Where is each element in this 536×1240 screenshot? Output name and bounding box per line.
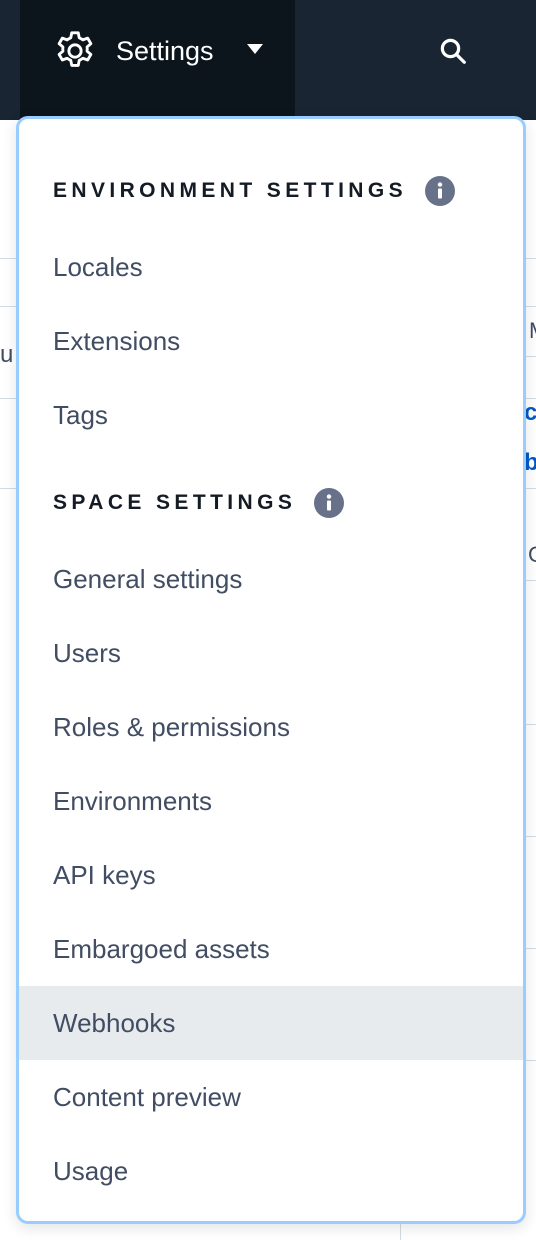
menu-item-usage[interactable]: Usage <box>19 1134 523 1208</box>
bg-text-fragment: M <box>529 316 536 346</box>
menu-item-embargoed-assets[interactable]: Embargoed assets <box>19 912 523 986</box>
menu-item-content-preview[interactable]: Content preview <box>19 1060 523 1134</box>
space-settings-title: SPACE SETTINGS <box>53 491 297 514</box>
settings-nav-label: Settings <box>116 36 214 66</box>
settings-nav-button[interactable]: Settings <box>20 0 295 120</box>
menu-item-tags[interactable]: Tags <box>19 378 523 452</box>
bg-text-fragment: u <box>0 341 14 368</box>
search-icon[interactable] <box>438 36 468 66</box>
menu-item-webhooks[interactable]: Webhooks <box>19 986 523 1060</box>
environment-settings-title: ENVIRONMENT SETTINGS <box>53 179 408 202</box>
menu-item-api-keys[interactable]: API keys <box>19 838 523 912</box>
menu-item-roles-permissions[interactable]: Roles & permissions <box>19 690 523 764</box>
gear-icon <box>57 31 93 67</box>
menu-item-locales[interactable]: Locales <box>19 230 523 304</box>
environment-settings-header: ENVIRONMENT SETTINGS <box>53 174 456 208</box>
page: Settings u M c b C ENVIRONMENT SETTINGS <box>0 0 536 1240</box>
bg-text-fragment: C <box>528 542 536 567</box>
caret-down-icon <box>247 44 263 54</box>
menu-item-general-settings[interactable]: General settings <box>19 542 523 616</box>
space-settings-header: SPACE SETTINGS <box>53 486 345 520</box>
menu-item-extensions[interactable]: Extensions <box>19 304 523 378</box>
info-icon[interactable] <box>425 176 456 206</box>
top-navbar: Settings <box>0 0 536 120</box>
menu-item-environments[interactable]: Environments <box>19 764 523 838</box>
settings-dropdown-menu: ENVIRONMENT SETTINGS Locales Extensions … <box>16 116 526 1224</box>
menu-item-users[interactable]: Users <box>19 616 523 690</box>
info-icon[interactable] <box>314 488 345 518</box>
